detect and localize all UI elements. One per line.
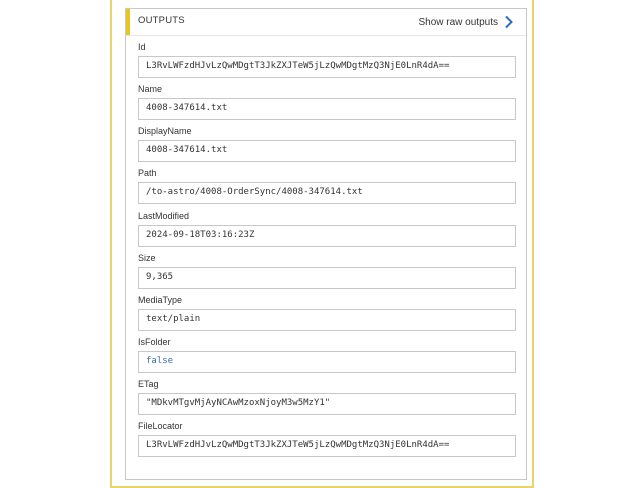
show-raw-outputs-label: Show raw outputs: [418, 16, 499, 28]
outputs-header: OUTPUTS Show raw outputs: [126, 9, 526, 36]
field-label-name: Name: [138, 84, 163, 94]
field-value-box-name[interactable]: 4008-347614.txt: [138, 98, 516, 120]
field-value-box-etag[interactable]: "MDkvMTgvMjAyNCAwMzoxNjoyM3w5MzY1": [138, 393, 516, 415]
outputs-panel: OUTPUTS Show raw outputs Id L3RvLWFzdHJv…: [125, 8, 527, 480]
field-value-box-isfolder[interactable]: false: [138, 351, 516, 373]
show-raw-outputs-button[interactable]: Show raw outputs: [419, 13, 515, 31]
field-value-lastmodified: 2024-09-18T03:16:23Z: [146, 230, 255, 240]
field-value-mediatype: text/plain: [146, 314, 201, 324]
field-value-size: 9,365: [146, 272, 174, 282]
field-label-etag: ETag: [138, 379, 159, 389]
field-value-id: L3RvLWFzdHJvLzQwMDgtT3JkZXJTeW5jLzQwMDgt…: [146, 61, 450, 71]
field-value-displayname: 4008-347614.txt: [146, 145, 228, 155]
field-value-box-lastmodified[interactable]: 2024-09-18T03:16:23Z: [138, 225, 516, 247]
field-value-box-size[interactable]: 9,365: [138, 267, 516, 289]
field-label-id: Id: [138, 42, 146, 52]
field-label-displayname: DisplayName: [138, 126, 192, 136]
field-value-etag: "MDkvMTgvMjAyNCAwMzoxNjoyM3w5MzY1": [146, 398, 331, 408]
field-value-name: 4008-347614.txt: [146, 103, 228, 113]
field-value-filelocator: L3RvLWFzdHJvLzQwMDgtT3JkZXJTeW5jLzQwMDgt…: [146, 440, 450, 450]
outputs-title: OUTPUTS: [138, 15, 185, 26]
chevron-right-icon: [505, 15, 513, 29]
field-value-box-displayname[interactable]: 4008-347614.txt: [138, 140, 516, 162]
field-label-isfolder: IsFolder: [138, 337, 171, 347]
field-label-path: Path: [138, 168, 157, 178]
field-value-box-mediatype[interactable]: text/plain: [138, 309, 516, 331]
field-label-lastmodified: LastModified: [138, 211, 190, 221]
action-card: OUTPUTS Show raw outputs Id L3RvLWFzdHJv…: [110, 0, 534, 488]
header-accent-bar: [126, 9, 130, 35]
field-value-box-filelocator[interactable]: L3RvLWFzdHJvLzQwMDgtT3JkZXJTeW5jLzQwMDgt…: [138, 435, 516, 457]
field-label-size: Size: [138, 253, 156, 263]
field-value-path: /to-astro/4008-OrderSync/4008-347614.txt: [146, 187, 363, 197]
field-value-box-id[interactable]: L3RvLWFzdHJvLzQwMDgtT3JkZXJTeW5jLzQwMDgt…: [138, 56, 516, 78]
field-label-mediatype: MediaType: [138, 295, 183, 305]
field-value-isfolder: false: [146, 356, 174, 366]
field-label-filelocator: FileLocator: [138, 421, 183, 431]
field-value-box-path[interactable]: /to-astro/4008-OrderSync/4008-347614.txt: [138, 182, 516, 204]
